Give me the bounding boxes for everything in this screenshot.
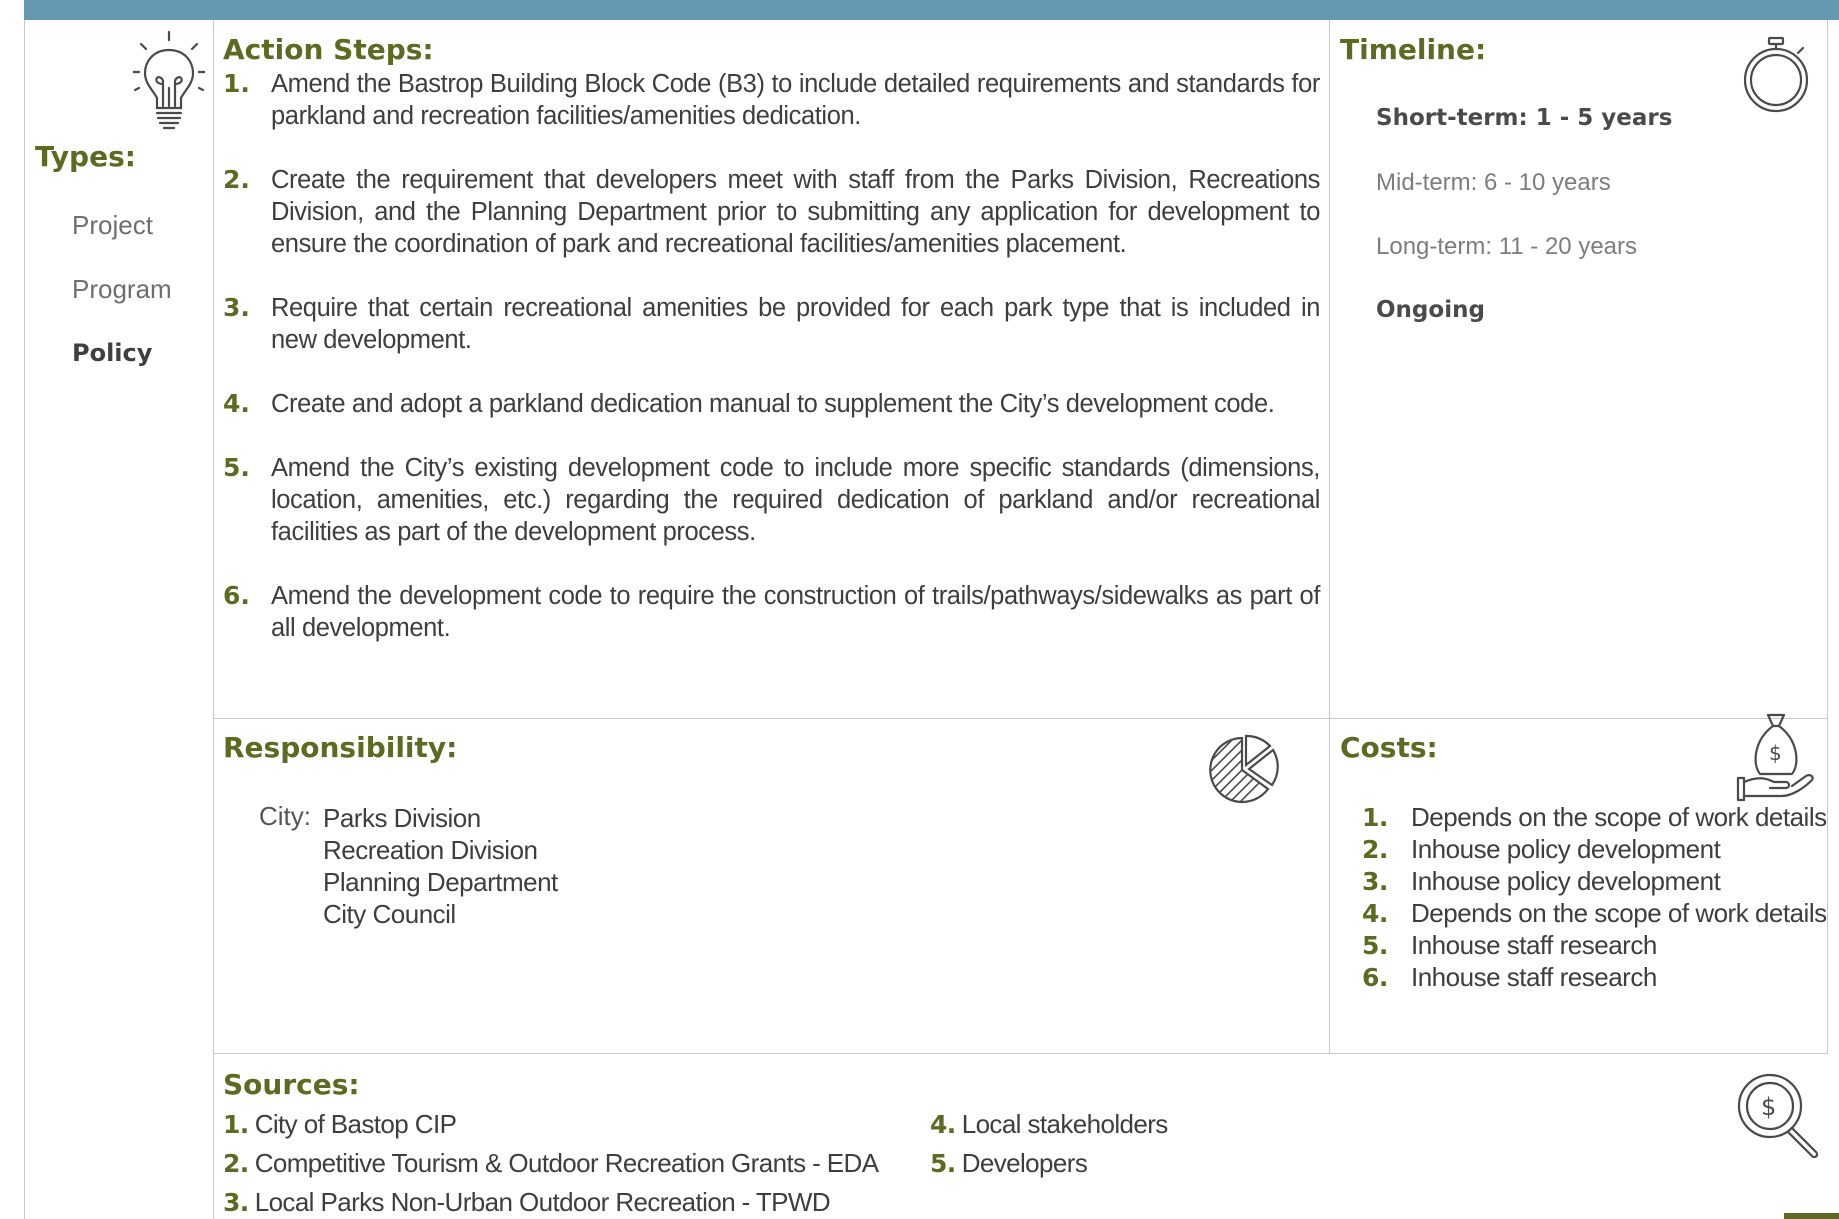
svg-text:$: $ [1761,1093,1776,1121]
cost-item-3: 3. Inhouse policy development [1362,866,1721,897]
cost-number: 2. [1362,835,1388,864]
cost-text: Inhouse staff research [1411,962,1657,992]
source-item-1: 1. City of Bastop CIP [223,1109,457,1140]
cost-text: Inhouse policy development [1411,866,1721,896]
type-program: Program [72,274,172,304]
action-step-number: 4. [223,389,250,418]
type-project: Project [72,210,153,240]
action-step-number: 1. [223,69,250,98]
row-divider-upper [213,718,1827,719]
cost-item-6: 6. Inhouse staff research [1362,962,1657,993]
source-text: Local stakeholders [961,1109,1169,1139]
action-step-number: 3. [223,293,250,322]
responsibility-city-label: City: [259,801,311,831]
action-step-6: 6. Amend the development code to require… [223,580,1320,644]
source-text: Developers [961,1148,1088,1178]
source-number: 4. [930,1110,956,1139]
timeline-mid-term: Mid-term: 6 - 10 years [1376,169,1611,196]
pie-chart-icon [1208,734,1284,806]
action-step-1: 1. Amend the Bastrop Building Block Code… [223,68,1320,132]
source-number: 5. [930,1149,956,1178]
costs-heading: Costs: [1340,731,1438,764]
cost-number: 4. [1362,899,1388,928]
left-page-border [24,20,25,1219]
source-text: Local Parks Non-Urban Outdoor Recreation… [254,1187,831,1217]
cost-number: 3. [1362,867,1388,896]
action-step-text: Create the requirement that developers m… [271,166,1320,258]
source-item-4: 4. Local stakeholders [930,1109,1168,1140]
cost-text: Inhouse policy development [1411,834,1721,864]
action-step-text: Amend the development code to require th… [271,582,1320,642]
right-page-border [1827,20,1828,1054]
timeline-short-term-selected: Short-term: 1 - 5 years [1376,105,1673,131]
action-step-4: 4. Create and adopt a parkland dedicatio… [223,388,1320,420]
stopwatch-icon [1742,36,1810,114]
action-step-number: 5. [223,453,250,482]
responsibility-heading: Responsibility: [223,731,458,764]
source-item-5: 5. Developers [930,1148,1088,1179]
action-step-text: Require that certain recreational amenit… [271,294,1320,354]
magnifier-dollar-icon: $ [1736,1072,1822,1158]
action-step-text: Amend the City’s existing development co… [271,454,1320,546]
timeline-ongoing-selected: Ongoing [1376,297,1485,323]
source-item-3: 3. Local Parks Non-Urban Outdoor Recreati… [223,1187,831,1218]
responsibility-item: Recreation Division [323,835,538,865]
responsibility-item: City Council [323,899,456,929]
action-step-3: 3. Require that certain recreational ame… [223,292,1320,356]
cost-number: 6. [1362,963,1388,992]
sources-heading: Sources: [223,1068,360,1101]
source-text: City of Bastop CIP [254,1109,457,1139]
action-step-5: 5. Amend the City’s existing development… [223,452,1320,548]
type-policy-selected: Policy [72,339,153,367]
responsibility-item: Parks Division [323,803,481,833]
cost-text: Depends on the scope of work details [1411,802,1827,832]
cost-number: 5. [1362,931,1388,960]
cost-item-1: 1. Depends on the scope of work details [1362,802,1827,833]
cost-item-5: 5. Inhouse staff research [1362,930,1657,961]
source-number: 2. [223,1149,249,1178]
row-divider-lower [213,1053,1827,1054]
timeline-long-term: Long-term: 11 - 20 years [1376,233,1638,260]
cost-number: 1. [1362,803,1388,832]
lightbulb-icon [133,30,205,136]
types-heading: Types: [35,140,136,173]
svg-text:$: $ [1769,741,1782,765]
money-bag-hand-icon: $ [1734,712,1814,804]
cost-item-4: 4. Depends on the scope of work details [1362,898,1827,929]
source-number: 1. [223,1110,249,1139]
action-step-number: 6. [223,581,250,610]
cost-text: Inhouse staff research [1411,930,1657,960]
action-step-text: Create and adopt a parkland dedication m… [271,390,1275,418]
source-number: 3. [223,1188,249,1217]
action-steps-heading: Action Steps: [223,33,434,66]
action-step-number: 2. [223,165,250,194]
source-item-2: 2. Competitive Tourism & Outdoor Recreati… [223,1148,879,1179]
types-column-divider [213,20,214,1219]
source-text: Competitive Tourism & Outdoor Recreation… [254,1148,879,1178]
responsibility-item: Planning Department [323,867,558,897]
action-step-text: Amend the Bastrop Building Block Code (B… [271,70,1320,130]
top-banner-bar [24,0,1839,20]
cost-item-2: 2. Inhouse policy development [1362,834,1721,865]
timeline-heading: Timeline: [1340,33,1487,66]
cost-text: Depends on the scope of work details [1411,898,1827,928]
action-step-2: 2. Create the requirement that developer… [223,164,1320,260]
timeline-column-divider [1329,20,1330,1054]
corner-accent-tab [1784,1213,1839,1219]
